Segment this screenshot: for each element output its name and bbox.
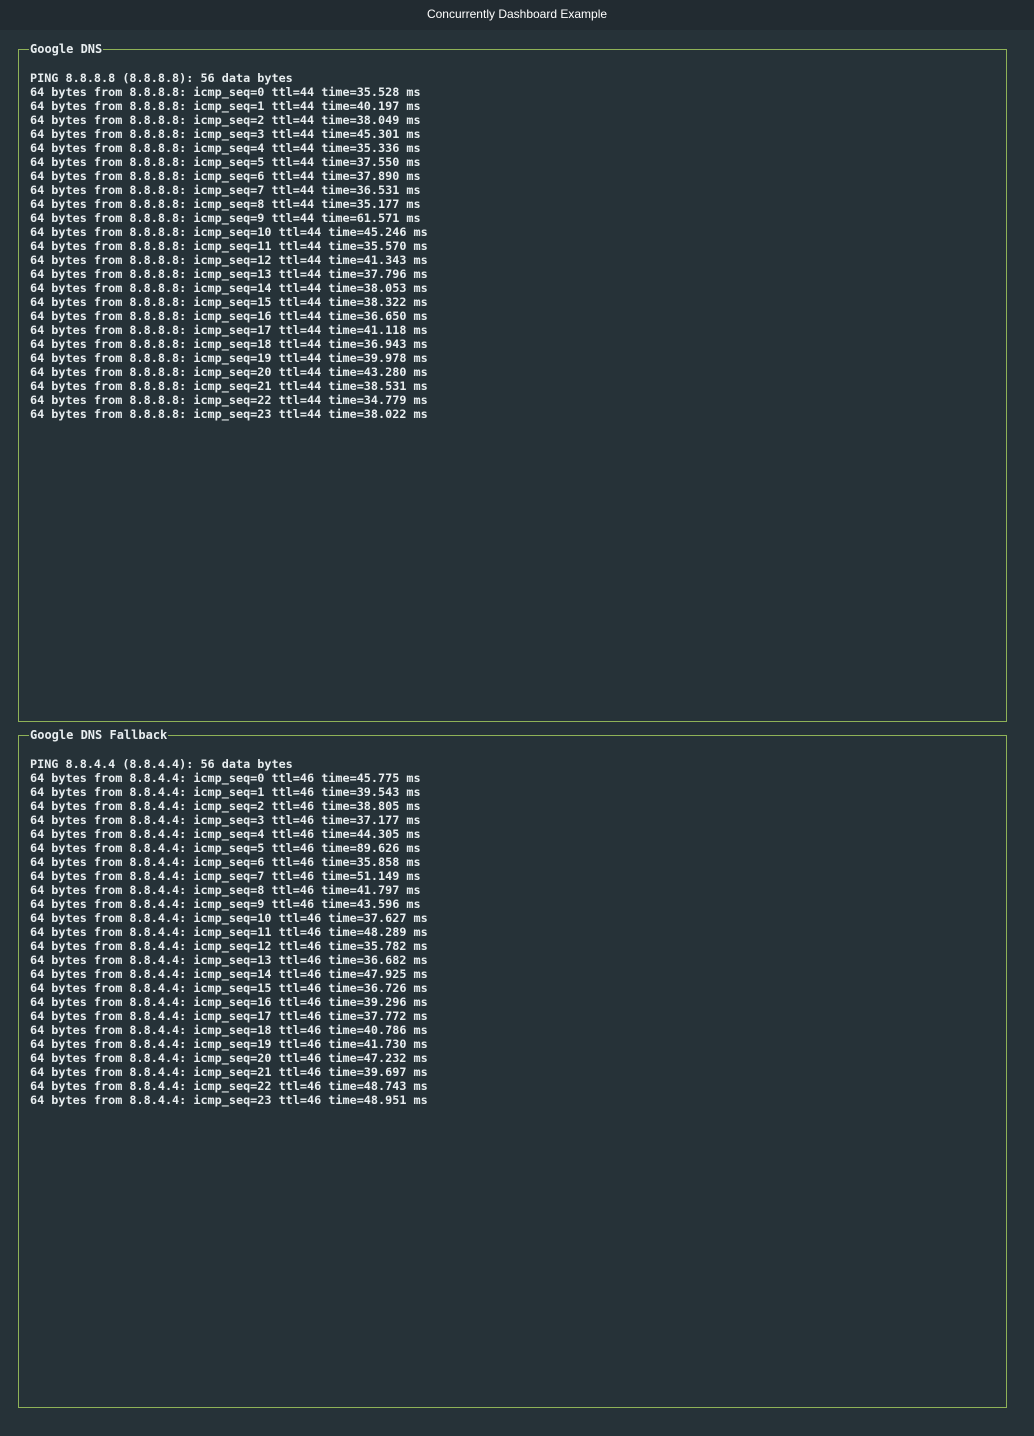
log-line: 64 bytes from 8.8.4.4: icmp_seq=16 ttl=4…: [30, 995, 428, 1009]
log-line: 64 bytes from 8.8.4.4: icmp_seq=22 ttl=4…: [30, 1079, 428, 1093]
log-line: 64 bytes from 8.8.8.8: icmp_seq=4 ttl=44…: [30, 141, 421, 155]
log-line: PING 8.8.4.4 (8.8.4.4): 56 data bytes: [30, 757, 293, 771]
panel-label: Google DNS: [29, 42, 104, 56]
ping-log: PING 8.8.8.8 (8.8.8.8): 56 data bytes 64 …: [30, 71, 428, 421]
log-line: 64 bytes from 8.8.8.8: icmp_seq=3 ttl=44…: [30, 127, 421, 141]
log-line: 64 bytes from 8.8.4.4: icmp_seq=11 ttl=4…: [30, 925, 428, 939]
log-line: 64 bytes from 8.8.4.4: icmp_seq=2 ttl=46…: [30, 799, 421, 813]
log-line: PING 8.8.8.8 (8.8.8.8): 56 data bytes: [30, 71, 293, 85]
log-line: 64 bytes from 8.8.4.4: icmp_seq=19 ttl=4…: [30, 1037, 428, 1051]
window-title: Concurrently Dashboard Example: [0, 0, 1034, 30]
log-line: 64 bytes from 8.8.4.4: icmp_seq=8 ttl=46…: [30, 883, 421, 897]
log-line: 64 bytes from 8.8.8.8: icmp_seq=9 ttl=44…: [30, 211, 421, 225]
log-line: 64 bytes from 8.8.4.4: icmp_seq=7 ttl=46…: [30, 869, 421, 883]
log-line: 64 bytes from 8.8.8.8: icmp_seq=21 ttl=4…: [30, 379, 428, 393]
panel-label: Google DNS Fallback: [29, 728, 169, 742]
log-line: 64 bytes from 8.8.4.4: icmp_seq=23 ttl=4…: [30, 1093, 428, 1107]
log-line: 64 bytes from 8.8.4.4: icmp_seq=6 ttl=46…: [30, 855, 421, 869]
ping-log: PING 8.8.4.4 (8.8.4.4): 56 data bytes 64 …: [30, 757, 428, 1107]
log-line: 64 bytes from 8.8.8.8: icmp_seq=15 ttl=4…: [30, 295, 428, 309]
panel-google-dns-fallback: Google DNS Fallback PING 8.8.4.4 (8.8.4.…: [18, 728, 1007, 1408]
log-line: 64 bytes from 8.8.8.8: icmp_seq=17 ttl=4…: [30, 323, 428, 337]
log-line: 64 bytes from 8.8.4.4: icmp_seq=10 ttl=4…: [30, 911, 428, 925]
log-line: 64 bytes from 8.8.4.4: icmp_seq=3 ttl=46…: [30, 813, 421, 827]
log-line: 64 bytes from 8.8.8.8: icmp_seq=14 ttl=4…: [30, 281, 428, 295]
panel-google-dns: Google DNS PING 8.8.8.8 (8.8.8.8): 56 da…: [18, 42, 1007, 722]
log-line: 64 bytes from 8.8.8.8: icmp_seq=13 ttl=4…: [30, 267, 428, 281]
log-line: 64 bytes from 8.8.8.8: icmp_seq=1 ttl=44…: [30, 99, 421, 113]
log-line: 64 bytes from 8.8.8.8: icmp_seq=22 ttl=4…: [30, 393, 428, 407]
log-line: 64 bytes from 8.8.4.4: icmp_seq=14 ttl=4…: [30, 967, 428, 981]
log-line: 64 bytes from 8.8.8.8: icmp_seq=12 ttl=4…: [30, 253, 428, 267]
log-line: 64 bytes from 8.8.8.8: icmp_seq=10 ttl=4…: [30, 225, 428, 239]
log-line: 64 bytes from 8.8.4.4: icmp_seq=12 ttl=4…: [30, 939, 428, 953]
log-line: 64 bytes from 8.8.8.8: icmp_seq=18 ttl=4…: [30, 337, 428, 351]
log-line: 64 bytes from 8.8.4.4: icmp_seq=1 ttl=46…: [30, 785, 421, 799]
log-line: 64 bytes from 8.8.8.8: icmp_seq=19 ttl=4…: [30, 351, 428, 365]
log-line: 64 bytes from 8.8.4.4: icmp_seq=13 ttl=4…: [30, 953, 428, 967]
log-line: 64 bytes from 8.8.8.8: icmp_seq=6 ttl=44…: [30, 169, 421, 183]
log-line: 64 bytes from 8.8.4.4: icmp_seq=17 ttl=4…: [30, 1009, 428, 1023]
log-line: 64 bytes from 8.8.8.8: icmp_seq=0 ttl=44…: [30, 85, 421, 99]
log-line: 64 bytes from 8.8.8.8: icmp_seq=16 ttl=4…: [30, 309, 428, 323]
log-line: 64 bytes from 8.8.4.4: icmp_seq=21 ttl=4…: [30, 1065, 428, 1079]
log-line: 64 bytes from 8.8.4.4: icmp_seq=4 ttl=46…: [30, 827, 421, 841]
log-line: 64 bytes from 8.8.4.4: icmp_seq=20 ttl=4…: [30, 1051, 428, 1065]
log-line: 64 bytes from 8.8.4.4: icmp_seq=15 ttl=4…: [30, 981, 428, 995]
log-line: 64 bytes from 8.8.8.8: icmp_seq=2 ttl=44…: [30, 113, 421, 127]
log-line: 64 bytes from 8.8.8.8: icmp_seq=7 ttl=44…: [30, 183, 421, 197]
log-line: 64 bytes from 8.8.8.8: icmp_seq=8 ttl=44…: [30, 197, 421, 211]
log-line: 64 bytes from 8.8.8.8: icmp_seq=23 ttl=4…: [30, 407, 428, 421]
log-line: 64 bytes from 8.8.4.4: icmp_seq=18 ttl=4…: [30, 1023, 428, 1037]
log-line: 64 bytes from 8.8.8.8: icmp_seq=11 ttl=4…: [30, 239, 428, 253]
log-line: 64 bytes from 8.8.8.8: icmp_seq=20 ttl=4…: [30, 365, 428, 379]
log-line: 64 bytes from 8.8.4.4: icmp_seq=9 ttl=46…: [30, 897, 421, 911]
log-line: 64 bytes from 8.8.4.4: icmp_seq=0 ttl=46…: [30, 771, 421, 785]
log-line: 64 bytes from 8.8.4.4: icmp_seq=5 ttl=46…: [30, 841, 421, 855]
log-line: 64 bytes from 8.8.8.8: icmp_seq=5 ttl=44…: [30, 155, 421, 169]
